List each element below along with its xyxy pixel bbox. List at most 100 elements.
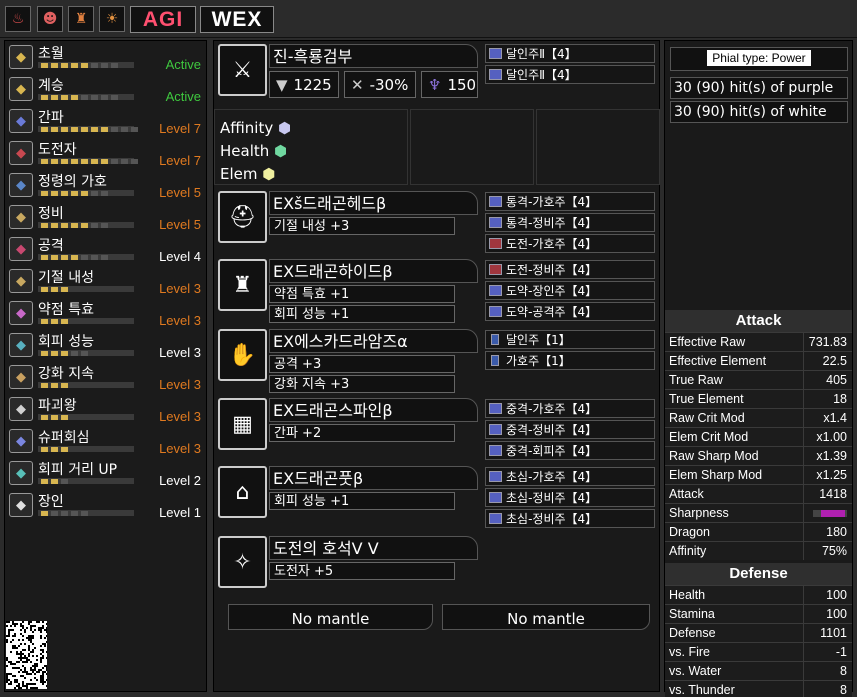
decoration-icon [491, 334, 499, 345]
affinity-attr: Affinity ⬢ [220, 119, 292, 137]
wex-button[interactable]: WEX [200, 6, 274, 33]
armor-decoration[interactable]: 도약-공격주【4】 [485, 302, 655, 321]
skill-pip [41, 351, 48, 356]
charm-icon[interactable]: ✧ [218, 536, 267, 588]
armor-name[interactable]: EXš드래곤헤드β [269, 191, 478, 215]
legs-icon[interactable]: ⌂ [218, 466, 267, 518]
stat-label: Affinity [665, 542, 804, 560]
skill-level-bar [38, 510, 134, 516]
armor-decoration[interactable]: 달인주【1】 [485, 330, 655, 349]
spiked-mask-icon[interactable]: ☻ [37, 6, 63, 32]
skill-row[interactable]: ◆ 정비 Level 5 [7, 203, 207, 235]
weapon-deco-2[interactable]: 달인주Ⅱ【4】 [485, 65, 655, 84]
helm-icon[interactable]: ⛑ [218, 191, 267, 243]
stat-row: Dragon 180 [665, 522, 852, 541]
skill-icon: ◆ [9, 77, 33, 101]
armor-decoration[interactable]: 중격-회피주【4】 [485, 441, 655, 460]
skill-row[interactable]: ◆ 공격 Level 4 [7, 235, 207, 267]
skill-list: ◆ 초월 Active ◆ 계승 Active ◆ 간파 Level 7 ◆ 도전자 Level 7 ◆… [4, 40, 207, 692]
skill-level: Level 3 [159, 441, 201, 456]
skill-pip [61, 319, 68, 324]
skill-level-bar [38, 478, 134, 484]
skill-row[interactable]: ◆ 정령의 가호 Level 5 [7, 171, 207, 203]
skill-pip [41, 255, 48, 260]
stat-value: 100 [804, 605, 852, 623]
armor-decoration[interactable]: 초심-정비주【4】 [485, 488, 655, 507]
armor-name[interactable]: EX드래곤하이드β [269, 259, 478, 283]
skill-pip [81, 511, 88, 516]
skill-pip [81, 159, 88, 164]
agi-button[interactable]: AGI [130, 6, 196, 33]
armor-decoration[interactable]: 중격-가호주【4】 [485, 399, 655, 418]
armor-decoration[interactable]: 도약-장인주【4】 [485, 281, 655, 300]
armor-decoration[interactable]: 초심-가호주【4】 [485, 467, 655, 486]
skill-pip [71, 511, 78, 516]
decoration-icon [489, 238, 502, 249]
stat-row: vs. Water 8 [665, 661, 852, 680]
sun-mask-icon[interactable]: ☀ [99, 6, 125, 32]
weapon-attr-panel: Affinity ⬢ Health ⬢ Elem ⬢ [214, 109, 408, 185]
skill-row[interactable]: ◆ 강화 지속 Level 3 [7, 363, 207, 395]
skill-row[interactable]: ◆ 장인 Level 1 [7, 491, 207, 523]
defense-stats: Defense Health 100 Stamina 100 Defense 1101 vs… [665, 563, 852, 697]
armor-decoration[interactable]: 중격-정비주【4】 [485, 420, 655, 439]
armor-name[interactable]: EX드래곤풋β [269, 466, 478, 490]
skill-pip [71, 127, 78, 132]
stat-label: Elem Crit Mod [665, 428, 804, 446]
skill-pip [61, 479, 68, 484]
skill-row[interactable]: ◆ 기절 내성 Level 3 [7, 267, 207, 299]
fire-pot-icon[interactable]: ♨ [5, 6, 31, 32]
waist-icon[interactable]: ▦ [218, 398, 267, 450]
skill-pip [51, 447, 58, 452]
skill-row[interactable]: ◆ 파괴왕 Level 3 [7, 395, 207, 427]
decoration-icon [489, 445, 502, 456]
hexagon-icon: ⬢ [277, 119, 292, 137]
stat-value: x1.39 [804, 447, 852, 465]
armor-decoration[interactable]: 통격-정비주【4】 [485, 213, 655, 232]
weapon-deco-1[interactable]: 달인주Ⅱ【4】 [485, 44, 655, 63]
stat-value [804, 504, 852, 522]
skill-row[interactable]: ◆ 슈퍼회심 Level 3 [7, 427, 207, 459]
decoration-icon [491, 355, 499, 366]
charm-name[interactable]: 도전의 호석Ⅴ V [269, 536, 478, 560]
arms-icon[interactable]: ✋ [218, 329, 267, 381]
stat-row: Attack 1418 [665, 484, 852, 503]
skill-row[interactable]: ◆ 간파 Level 7 [7, 107, 207, 139]
skill-icon: ◆ [9, 45, 33, 69]
armor-decoration[interactable]: 도전-정비주【4】 [485, 260, 655, 279]
skill-row[interactable]: ◆ 초월 Active [7, 43, 207, 75]
armor-decoration[interactable]: 도전-가호주【4】 [485, 234, 655, 253]
skill-pip [41, 287, 48, 292]
armor-decoration[interactable]: 가호주【1】 [485, 351, 655, 370]
stats-panel: Phial type: Power 30 (90) hit(s) of purp… [664, 40, 853, 697]
skill-pip [61, 95, 68, 100]
weapon-name[interactable]: 진-흑룡검부 [269, 44, 478, 68]
charge-blade-icon[interactable]: ⚔ [218, 44, 267, 96]
health-attr: Health ⬢ [220, 142, 288, 160]
armor-decoration[interactable]: 통격-가호주【4】 [485, 192, 655, 211]
skill-row[interactable]: ◆ 도전자 Level 7 [7, 139, 207, 171]
skill-level-bar [38, 446, 134, 452]
stat-row: Stamina 100 [665, 604, 852, 623]
armor-skill: 공격 +3 [269, 355, 455, 373]
skill-level-bar [38, 382, 134, 388]
armor-name[interactable]: EX에스카드라암즈α [269, 329, 478, 353]
chest-icon[interactable]: ♜ [218, 259, 267, 311]
skill-row[interactable]: ◆ 계승 Active [7, 75, 207, 107]
skill-icon: ◆ [9, 429, 33, 453]
skill-icon: ◆ [9, 333, 33, 357]
mantle-slot-2[interactable]: No mantle [442, 604, 650, 630]
skill-icon: ◆ [9, 173, 33, 197]
skill-name: 강화 지속 [38, 366, 94, 382]
skill-pip [101, 191, 108, 196]
skill-row[interactable]: ◆ 회피 거리 UP Level 2 [7, 459, 207, 491]
skill-row[interactable]: ◆ 약점 특효 Level 3 [7, 299, 207, 331]
skill-name: 계승 [38, 78, 64, 94]
armor-decoration[interactable]: 초심-정비주【4】 [485, 509, 655, 528]
armor-name[interactable]: EX드래곤스파인β [269, 398, 478, 422]
fire-bottle-icon[interactable]: ♜ [68, 6, 94, 32]
stat-label: Effective Raw [665, 333, 804, 351]
skill-row[interactable]: ◆ 회피 성능 Level 3 [7, 331, 207, 363]
mantle-slot-1[interactable]: No mantle [228, 604, 433, 630]
skill-pip [91, 95, 98, 100]
